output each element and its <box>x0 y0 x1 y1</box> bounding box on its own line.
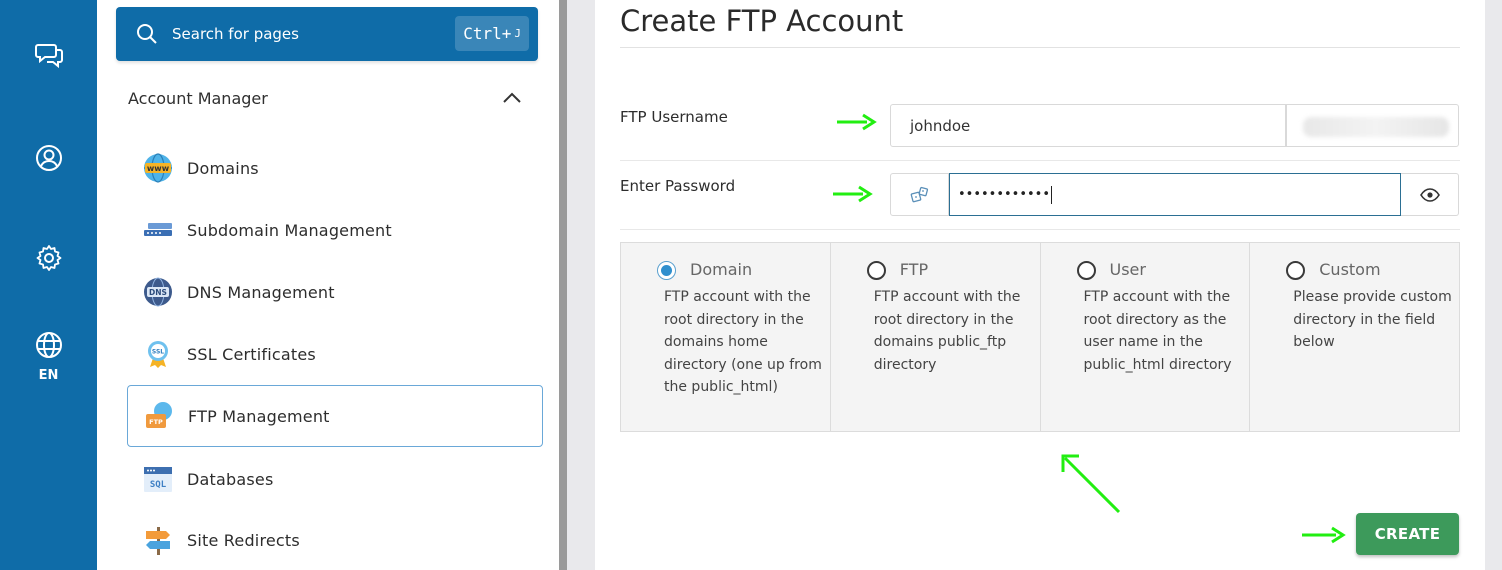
svg-text:SSL: SSL <box>152 349 164 356</box>
ftp-folder-icon: FTP <box>142 399 176 433</box>
sidebar-item-label: Site Redirects <box>187 530 300 550</box>
sidebar-item-label: Domains <box>187 158 259 178</box>
page-search[interactable]: Search for pages Ctrl+ J <box>116 7 538 61</box>
sidebar-item-databases[interactable]: SQL Databases <box>127 448 543 510</box>
radio-user[interactable] <box>1076 261 1096 280</box>
sidebar-item-label: FTP Management <box>188 406 330 426</box>
sidebar-item-ssl-certificates[interactable]: SSL SSL Certificates <box>127 323 543 385</box>
sidebar-item-label: Databases <box>187 469 274 489</box>
chat-button[interactable] <box>0 40 97 70</box>
search-label: Search for pages <box>172 25 299 43</box>
search-shortcut-badge: Ctrl+ J <box>455 16 529 51</box>
dns-icon: DNS <box>141 275 175 309</box>
domain-suffix-field <box>1286 104 1459 147</box>
user-icon <box>35 145 62 171</box>
gear-icon <box>36 245 61 271</box>
show-password-button[interactable] <box>1401 173 1459 216</box>
radio-domain[interactable] <box>657 261 676 280</box>
page-title: Create FTP Account <box>620 4 904 38</box>
sidebar-item-dns-management[interactable]: DNS DNS Management <box>127 261 543 323</box>
password-value: •••••••••••• <box>958 187 1051 202</box>
radio-ftp[interactable] <box>866 261 886 280</box>
annotation-arrow-icon <box>833 185 873 203</box>
option-custom[interactable]: Custom Please provide custom directory i… <box>1250 243 1459 431</box>
sidebar-item-site-redirects[interactable]: Site Redirects <box>127 509 543 570</box>
sidebar: Search for pages Ctrl+ J Account Manager … <box>97 0 559 570</box>
sql-database-icon: SQL <box>141 462 175 496</box>
create-button[interactable]: CREATE <box>1356 513 1459 555</box>
option-user[interactable]: User FTP account with the root directory… <box>1041 243 1251 431</box>
chat-icon <box>34 44 63 69</box>
annotation-arrow-icon <box>1061 454 1121 514</box>
text-caret <box>1051 185 1053 204</box>
svg-text:SQL: SQL <box>150 480 167 490</box>
sidebar-item-ftp-management[interactable]: FTP FTP Management <box>127 385 543 447</box>
option-title: User <box>1109 260 1146 279</box>
ssl-badge-icon: SSL <box>141 337 175 371</box>
directory-type-options: Domain FTP account with the root directo… <box>620 242 1460 432</box>
create-ftp-card: Create FTP Account FTP Username johndoe … <box>595 0 1485 570</box>
option-description: FTP account with the root directory in t… <box>664 289 822 395</box>
ftp-username-label: FTP Username <box>620 108 728 126</box>
option-title: FTP <box>899 260 929 279</box>
option-description: FTP account with the root directory in t… <box>873 289 1021 373</box>
blurred-domain <box>1303 117 1449 137</box>
sidebar-item-label: Subdomain Management <box>187 220 392 240</box>
title-divider <box>620 47 1460 48</box>
option-domain[interactable]: Domain FTP account with the root directo… <box>621 243 831 431</box>
globe-icon <box>35 332 62 358</box>
annotation-arrow-icon <box>1302 526 1346 544</box>
page-background-edge <box>1485 0 1502 570</box>
radio-custom[interactable] <box>1286 261 1306 280</box>
option-description: Please provide custom directory in the f… <box>1293 289 1452 350</box>
option-title: Custom <box>1319 260 1381 279</box>
option-title: Domain <box>690 260 753 279</box>
svg-text:DNS: DNS <box>149 288 167 297</box>
language-button[interactable]: EN <box>0 330 97 383</box>
panel-divider[interactable] <box>559 0 567 570</box>
generate-password-button[interactable] <box>890 173 949 216</box>
svg-text:www: www <box>147 164 170 173</box>
signpost-icon <box>141 523 175 557</box>
row-divider <box>620 160 1460 161</box>
section-title-account-manager: Account Manager <box>128 89 268 108</box>
subdomain-icon <box>141 213 175 247</box>
language-label: EN <box>38 368 59 383</box>
option-ftp[interactable]: FTP FTP account with the root directory … <box>831 243 1041 431</box>
sidebar-item-subdomain-management[interactable]: Subdomain Management <box>127 199 543 261</box>
chevron-up-icon[interactable] <box>502 91 522 105</box>
annotation-arrow-icon <box>837 113 877 131</box>
ftp-username-input[interactable]: johndoe <box>890 104 1286 147</box>
sidebar-item-label: DNS Management <box>187 282 335 302</box>
account-button[interactable] <box>0 143 97 173</box>
sidebar-item-domains[interactable]: www Domains <box>127 137 543 199</box>
password-label: Enter Password <box>620 177 736 195</box>
svg-text:FTP: FTP <box>149 418 163 426</box>
password-input[interactable]: •••••••••••• <box>949 173 1401 216</box>
eye-icon <box>1419 187 1440 202</box>
settings-button[interactable] <box>0 243 97 273</box>
left-rail: EN <box>0 0 97 570</box>
ftp-username-value: johndoe <box>910 116 971 135</box>
sidebar-item-label: SSL Certificates <box>187 344 316 364</box>
option-description: FTP account with the root directory as t… <box>1083 289 1232 373</box>
search-icon <box>137 24 157 44</box>
row-divider <box>620 229 1460 230</box>
www-globe-icon: www <box>141 151 175 185</box>
dice-icon <box>910 186 928 202</box>
